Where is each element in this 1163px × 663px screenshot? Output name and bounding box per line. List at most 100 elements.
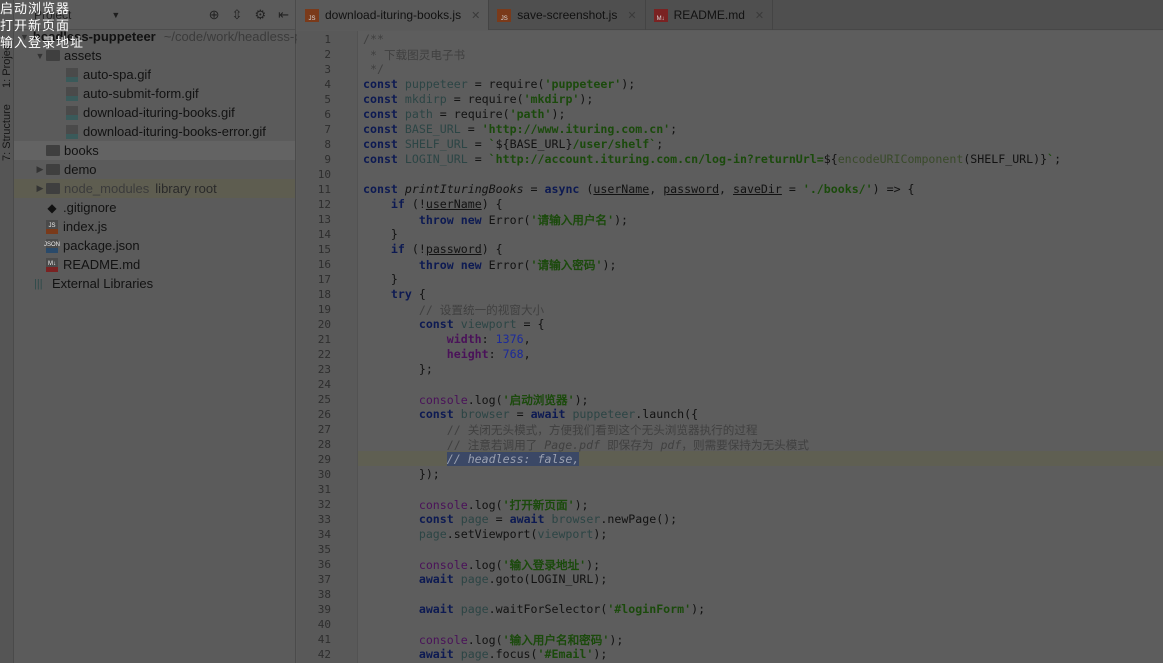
code-line[interactable]: console.log('输入用户名和密码'); (363, 632, 1163, 647)
code-line[interactable]: console.log('打开新页面'); (363, 497, 1163, 512)
tree-item[interactable]: books (14, 141, 295, 160)
code-line[interactable] (363, 617, 1163, 632)
collapse-icon[interactable]: ⇳ (232, 7, 243, 23)
tree-item-external-libraries[interactable]: ||| External Libraries (14, 274, 295, 293)
code-line[interactable]: const BASE_URL = 'http://www.ituring.com… (363, 122, 1163, 137)
code-line[interactable]: throw new Error('请输入密码'); (363, 257, 1163, 272)
close-icon[interactable]: ✕ (627, 9, 636, 22)
code-line[interactable]: // 关闭无头模式，方便我们看到这个无头浏览器执行的过程 (363, 422, 1163, 437)
code-line[interactable]: const LOGIN_URL = `http://account.iturin… (363, 152, 1163, 167)
code-line[interactable]: console.log('启动浏览器'); (363, 392, 1163, 407)
tree-item[interactable]: ◆ .gitignore (14, 198, 295, 217)
tree-item[interactable]: ▶ node_modules library root (14, 179, 295, 198)
code-token: (SHELF_URL)} (963, 152, 1048, 166)
code-token: { (418, 287, 426, 301)
code-token: throw new (418, 213, 489, 227)
code-line[interactable]: } (363, 272, 1163, 287)
code-line[interactable]: if (!userName) { (363, 197, 1163, 212)
code-line[interactable] (363, 377, 1163, 392)
code-line[interactable]: const puppeteer = require('puppeteer'); (363, 77, 1163, 92)
code-line[interactable]: height: 768, (363, 347, 1163, 362)
code-line[interactable]: // headless: false, (363, 452, 1163, 467)
code-line[interactable]: const mkdirp = require('mkdirp'); (363, 92, 1163, 107)
tool-tab-structure[interactable]: 7: Structure (0, 95, 14, 170)
code-line[interactable]: if (!password) { (363, 242, 1163, 257)
code-token: const (363, 137, 405, 151)
line-number: 20 (317, 318, 331, 331)
code-line[interactable]: await page.waitForSelector('#loginForm')… (363, 602, 1163, 617)
code-line[interactable]: }); (363, 467, 1163, 482)
code-line[interactable]: const browser = await puppeteer.launch({ (363, 407, 1163, 422)
tree-item[interactable]: ▶ demo (14, 160, 295, 179)
code-token: .focus( (488, 647, 538, 661)
overlay-line: 打开新页面 (0, 18, 71, 33)
code-line[interactable]: } (363, 227, 1163, 242)
code-editor[interactable]: 1 2 3 4 5 6 7 8 9 10 11 12 13 14 15 16 17 18 19 20 21 22 23 24 2… (297, 31, 1163, 663)
chevron-down-icon[interactable]: ▼ (34, 51, 46, 61)
hide-icon[interactable]: ⇤ (278, 7, 289, 23)
tab-download-ituring-books-js[interactable]: JS download-ituring-books.js ✕ (297, 0, 490, 30)
line-number: 35 (317, 543, 331, 556)
code-line[interactable]: await page.focus('#Email'); (363, 647, 1163, 662)
code-token: } (363, 227, 398, 241)
code-line[interactable]: // 注意若调用了 Page.pdf 即保存为 pdf，则需要保持为无头模式 (363, 437, 1163, 452)
code-token: ) => { (872, 182, 915, 196)
code-line[interactable]: const SHELF_URL = `${BASE_URL}/user/shel… (363, 137, 1163, 152)
code-line[interactable]: * 下载图灵电子书 (363, 47, 1163, 62)
code-line[interactable]: await page.goto(LOGIN_URL); (363, 572, 1163, 587)
tree-item[interactable]: auto-spa.gif (14, 65, 295, 84)
code-line[interactable]: try { (363, 287, 1163, 302)
tab-save-screenshot-js[interactable]: JS save-screenshot.js ✕ (489, 0, 646, 30)
code-line[interactable]: /** (363, 32, 1163, 47)
chevron-right-icon[interactable]: ▶ (34, 164, 46, 175)
locate-icon[interactable]: ⊕ (209, 7, 220, 23)
code-token: ); (691, 602, 706, 616)
chevron-down-icon[interactable]: ▼ (111, 10, 120, 20)
tree-item[interactable]: M↓ README.md (14, 255, 295, 274)
image-file-icon (66, 86, 78, 101)
code-token: , (523, 347, 531, 361)
code-line[interactable]: */ (363, 62, 1163, 77)
code-line[interactable]: const path = require('path'); (363, 107, 1163, 122)
code-line[interactable] (363, 167, 1163, 182)
code-token: page (460, 602, 489, 616)
code-line[interactable]: throw new Error('请输入用户名'); (363, 212, 1163, 227)
code-token: page (460, 572, 489, 586)
code-token: , (719, 182, 734, 196)
library-icon: ||| (34, 277, 43, 290)
code-line[interactable]: console.log('输入登录地址'); (363, 557, 1163, 572)
js-file-icon: JS (497, 8, 512, 22)
tree-item-label: download-ituring-books-error.gif (83, 124, 266, 139)
close-icon[interactable]: ✕ (471, 9, 480, 22)
code-line[interactable]: page.setViewport(viewport); (363, 527, 1163, 542)
code-line[interactable] (363, 482, 1163, 497)
code-line[interactable]: width: 1376, (363, 332, 1163, 347)
tree-item[interactable]: download-ituring-books-error.gif (14, 122, 295, 141)
code-line[interactable]: const printIturingBooks = async (userNam… (363, 182, 1163, 197)
code-token: 'path' (509, 107, 552, 121)
code-line[interactable] (363, 542, 1163, 557)
tree-item[interactable]: download-ituring-books.gif (14, 103, 295, 122)
code-line[interactable]: // 设置统一的视窗大小 (363, 302, 1163, 317)
code-line[interactable]: }; (363, 362, 1163, 377)
code-token: viewport (537, 527, 594, 541)
tree-item[interactable]: JSON package.json (14, 236, 295, 255)
code-token: '启动浏览器' (502, 393, 575, 407)
tree-item[interactable]: auto-submit-form.gif (14, 84, 295, 103)
code-line[interactable] (363, 587, 1163, 602)
code-token: ` (488, 137, 496, 151)
chevron-right-icon[interactable]: ▶ (34, 183, 46, 194)
line-number: 1 (324, 33, 331, 46)
tree-item-label: auto-spa.gif (83, 67, 151, 82)
gear-icon[interactable]: ⚙ (254, 7, 266, 23)
code-line[interactable]: const page = await browser.newPage(); (363, 512, 1163, 527)
code-token: = { (516, 317, 545, 331)
tab-readme-md[interactable]: M↓ README.md ✕ (646, 0, 774, 30)
close-icon[interactable]: ✕ (755, 9, 764, 22)
code-line[interactable]: const viewport = { (363, 317, 1163, 332)
tree-item[interactable]: JS index.js (14, 217, 295, 236)
